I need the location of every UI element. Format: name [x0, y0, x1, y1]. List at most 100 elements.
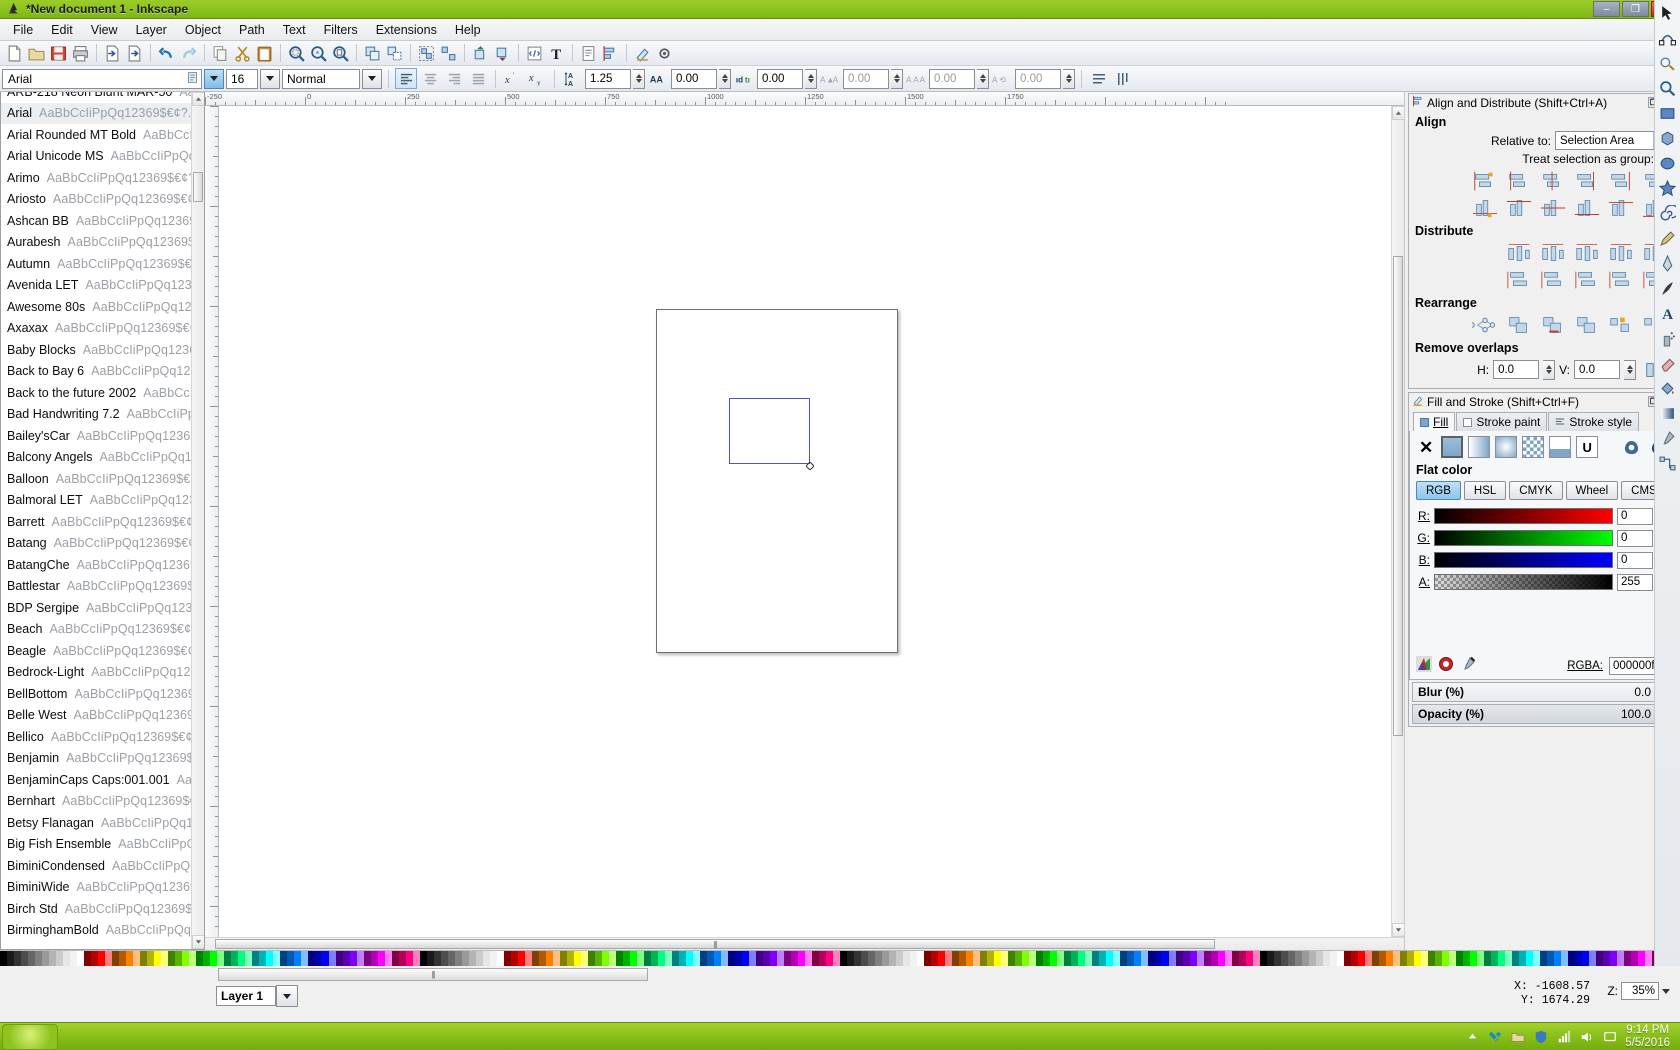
palette-swatch[interactable]	[266, 951, 273, 966]
palette-swatch[interactable]	[413, 951, 420, 966]
font-list-item[interactable]: BenjaminCaps Caps:001.001AaBbCcIiPpQq123…	[1, 769, 204, 791]
channel-a-slider[interactable]	[1434, 574, 1613, 590]
menu-path[interactable]: Path	[230, 21, 274, 39]
gradient-tool-icon[interactable]	[1657, 402, 1679, 424]
color-mode-rgb[interactable]: RGB	[1416, 481, 1461, 500]
palette-swatch[interactable]	[1001, 951, 1008, 966]
palette-swatch[interactable]	[1596, 951, 1603, 966]
scroll-down-arrow-icon[interactable]	[192, 935, 205, 949]
palette-swatch[interactable]	[203, 951, 210, 966]
selector-tool-icon[interactable]	[1657, 2, 1679, 24]
channel-r-slider[interactable]	[1434, 508, 1613, 524]
open-document-icon[interactable]	[26, 43, 47, 64]
palette-swatch[interactable]	[98, 951, 105, 966]
palette-swatch[interactable]	[1526, 951, 1533, 966]
palette-swatch[interactable]	[1155, 951, 1162, 966]
palette-swatch[interactable]	[1533, 951, 1540, 966]
tweak-tool-icon[interactable]	[1657, 52, 1679, 74]
palette-swatch[interactable]	[371, 951, 378, 966]
distribute-horizontal-gaps[interactable]	[1606, 240, 1636, 265]
palette-swatch[interactable]	[364, 951, 371, 966]
palette-swatch[interactable]	[42, 951, 49, 966]
character-rotation-input[interactable]: 0.00	[1015, 69, 1061, 89]
eraser-tool-icon[interactable]	[1657, 352, 1679, 374]
maximize-button[interactable]: ❐	[1622, 1, 1649, 17]
palette-swatches[interactable]	[0, 951, 1680, 966]
palette-swatch[interactable]	[931, 951, 938, 966]
horizontal-ruler[interactable]: -25002505007501000125015001750	[205, 92, 1404, 106]
palette-swatch[interactable]	[378, 951, 385, 966]
palette-swatch[interactable]	[399, 951, 406, 966]
palette-swatch[interactable]	[357, 951, 364, 966]
vertical-kerning-stepper[interactable]	[977, 69, 989, 89]
palette-swatch[interactable]	[1239, 951, 1246, 966]
font-list-item[interactable]: Bailey'sCarAaBbCcIiPpQq12369$€¢?.;/()	[1, 425, 204, 447]
palette-swatch[interactable]	[119, 951, 126, 966]
palette-swatch[interactable]	[749, 951, 756, 966]
palette-swatch[interactable]	[1134, 951, 1141, 966]
palette-swatch[interactable]	[1645, 951, 1652, 966]
font-list-item[interactable]: BeagleAaBbCcIiPpQq12369$€¢?.;/()	[1, 640, 204, 662]
vertical-kerning-input[interactable]: 0.00	[929, 69, 975, 89]
palette-swatch[interactable]	[392, 951, 399, 966]
palette-scrollbar[interactable]: |||	[218, 968, 648, 981]
palette-swatch[interactable]	[784, 951, 791, 966]
raise-to-top-icon[interactable]	[470, 43, 491, 64]
palette-swatch[interactable]	[798, 951, 805, 966]
palette-swatch[interactable]	[1099, 951, 1106, 966]
palette-swatch[interactable]	[1589, 951, 1596, 966]
palette-swatch[interactable]	[651, 951, 658, 966]
palette-swatch[interactable]	[210, 951, 217, 966]
spiral-tool-icon[interactable]	[1657, 202, 1679, 224]
palette-swatch[interactable]	[1519, 951, 1526, 966]
palette-swatch[interactable]	[637, 951, 644, 966]
align-top-edges[interactable]	[1504, 195, 1534, 220]
palette-swatch[interactable]	[175, 951, 182, 966]
menu-layer[interactable]: Layer	[127, 21, 176, 39]
palette-swatch[interactable]	[791, 951, 798, 966]
distribute-vertical-centers[interactable]	[1538, 267, 1568, 292]
palette-swatch[interactable]	[168, 951, 175, 966]
palette-swatch[interactable]	[1071, 951, 1078, 966]
font-family-dropdown-list[interactable]: ARB-218 Neon Blunt MAR-50AaBbCcIiPpQq123…	[0, 92, 205, 950]
font-list-item[interactable]: AxaxaxAaBbCcIiPpQq12369$€¢?.;/()	[1, 318, 204, 340]
palette-swatch[interactable]	[497, 951, 504, 966]
palette-swatch[interactable]	[819, 951, 826, 966]
palette-swatch[interactable]	[1015, 951, 1022, 966]
align-vertical-centers[interactable]	[1538, 195, 1568, 220]
palette-swatch[interactable]	[1295, 951, 1302, 966]
palette-swatch[interactable]	[63, 951, 70, 966]
color-mode-cmyk[interactable]: CMYK	[1509, 481, 1562, 500]
scroll-up-arrow-icon[interactable]	[192, 92, 205, 106]
palette-swatch[interactable]	[1491, 951, 1498, 966]
palette-swatch[interactable]	[70, 951, 77, 966]
font-list-item[interactable]: Back to the future 2002AaBbCcIiPpQq12369…	[1, 382, 204, 404]
tray-network-icon[interactable]	[1556, 1029, 1572, 1045]
dropper-tool-icon[interactable]	[1657, 427, 1679, 449]
linear-gradient-icon[interactable]	[1468, 436, 1490, 458]
palette-swatch[interactable]	[1428, 951, 1435, 966]
exchange-positions-icon[interactable]	[1504, 312, 1534, 337]
menu-extensions[interactable]: Extensions	[367, 21, 446, 39]
palette-swatch[interactable]	[259, 951, 266, 966]
palette-swatch[interactable]	[1400, 951, 1407, 966]
rectangle-tool-icon[interactable]	[1657, 102, 1679, 124]
distribute-left-edges[interactable]	[1504, 240, 1534, 265]
font-style-dropdown-button[interactable]	[362, 69, 382, 89]
palette-swatch[interactable]	[14, 951, 21, 966]
palette-swatch[interactable]	[196, 951, 203, 966]
palette-swatch[interactable]	[294, 951, 301, 966]
text-tool-icon[interactable]: T	[546, 43, 567, 64]
palette-swatch[interactable]	[1029, 951, 1036, 966]
palette-swatch[interactable]	[1512, 951, 1519, 966]
superscript-button[interactable]: x'	[502, 68, 524, 89]
palette-swatch[interactable]	[707, 951, 714, 966]
font-list-item[interactable]: BenjaminAaBbCcIiPpQq12369$€¢?.;/()	[1, 748, 204, 770]
palette-swatch[interactable]	[1358, 951, 1365, 966]
align-center-button[interactable]	[419, 68, 441, 89]
palette-swatch[interactable]	[511, 951, 518, 966]
palette-swatch[interactable]	[1218, 951, 1225, 966]
palette-swatch[interactable]	[973, 951, 980, 966]
palette-swatch[interactable]	[1309, 951, 1316, 966]
palette-swatch[interactable]	[1288, 951, 1295, 966]
